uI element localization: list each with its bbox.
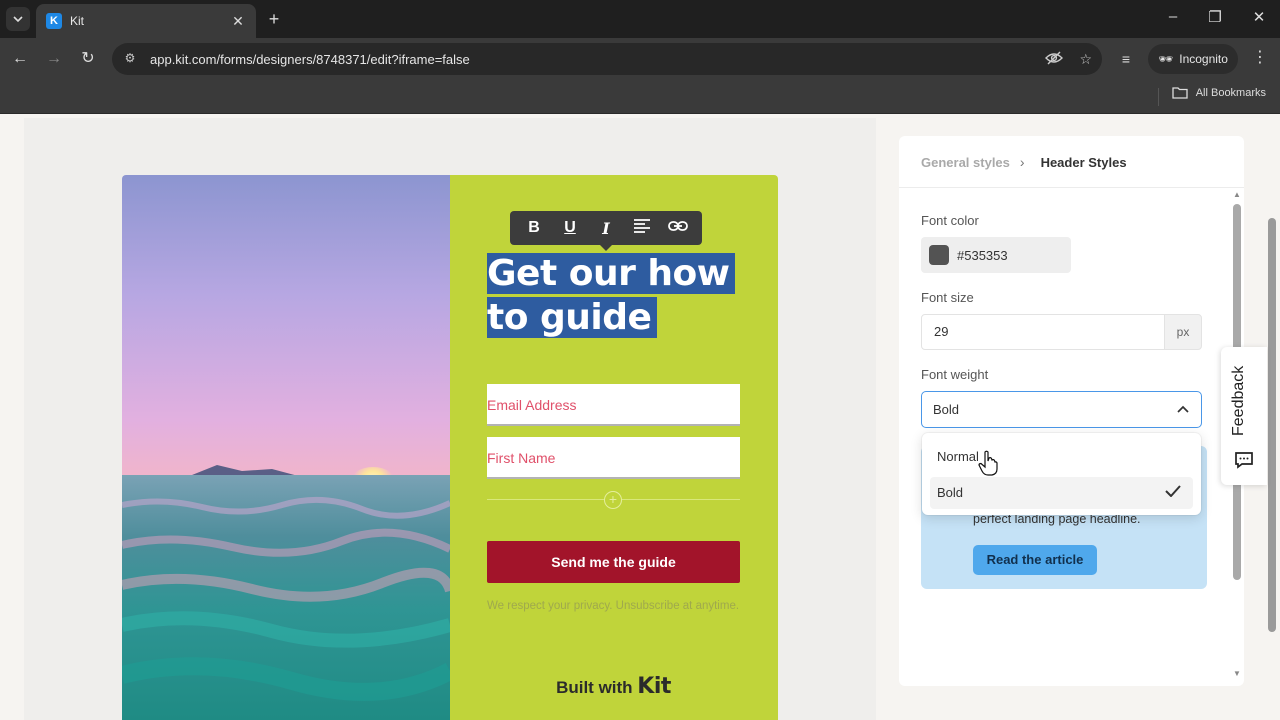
color-swatch[interactable] — [929, 245, 949, 265]
option-bold[interactable]: Bold — [930, 477, 1193, 509]
site-info-icon[interactable]: ⚙ — [122, 51, 138, 67]
font-size-input[interactable]: 29 — [921, 314, 1165, 350]
address-bar[interactable]: ⚙ app.kit.com/forms/designers/8748371/ed… — [112, 43, 1102, 75]
scroll-down-icon[interactable]: ▼ — [1232, 669, 1242, 678]
align-left-icon[interactable] — [629, 218, 655, 239]
ocean-waves — [122, 475, 450, 720]
panel-divider — [899, 187, 1244, 188]
feedback-label: Feedback — [1230, 365, 1247, 437]
email-field[interactable]: Email Address — [487, 384, 740, 426]
read-article-button[interactable]: Read the article — [973, 545, 1097, 575]
font-weight-dropdown: Normal Bold — [922, 433, 1201, 515]
link-icon[interactable] — [665, 219, 691, 238]
underline-button[interactable]: U — [557, 219, 583, 237]
headline-text[interactable]: Get our how to guide — [487, 253, 736, 338]
back-icon[interactable]: ← — [8, 47, 32, 71]
font-color-value[interactable]: #535353 — [957, 248, 1008, 263]
incognito-icon: 🕶 — [1158, 52, 1174, 66]
text-format-toolbar: B U I — [510, 211, 702, 251]
font-weight-label: Font weight — [921, 367, 989, 382]
chat-icon — [1235, 452, 1253, 469]
forward-icon[interactable]: → — [42, 47, 66, 71]
eye-off-icon[interactable] — [1045, 51, 1064, 68]
more-menu-icon[interactable]: ⋮ — [1250, 47, 1270, 67]
feedback-tab[interactable]: Feedback — [1221, 347, 1267, 485]
all-bookmarks-button[interactable]: All Bookmarks — [1172, 86, 1266, 99]
all-bookmarks-label: All Bookmarks — [1195, 86, 1266, 99]
font-size-unit: px — [1164, 314, 1202, 350]
built-with-label: Built with — [556, 678, 633, 697]
form-headline[interactable]: Get our how to guide — [487, 252, 747, 340]
chevron-down-icon — [13, 16, 23, 23]
first-name-field[interactable]: First Name — [487, 437, 740, 479]
bookmarks-divider — [1158, 88, 1159, 106]
font-color-label: Font color — [921, 213, 979, 228]
submit-button[interactable]: Send me the guide — [487, 541, 740, 583]
breadcrumb-header-styles: Header Styles — [1040, 154, 1127, 170]
browser-tab-bar: K Kit ✕ + – ❐ ✕ — [0, 0, 1280, 38]
close-icon[interactable]: ✕ — [230, 13, 246, 30]
hand-cursor-icon — [978, 450, 998, 476]
kit-favicon-icon: K — [46, 13, 62, 29]
font-weight-select[interactable]: Bold — [921, 391, 1202, 428]
privacy-text[interactable]: We respect your privacy. Unsubscribe at … — [487, 598, 740, 615]
restore-icon[interactable]: ❐ — [1204, 8, 1226, 26]
option-bold-label: Bold — [937, 485, 964, 500]
styles-panel: General styles › Header Styles Font colo… — [899, 136, 1244, 686]
incognito-label: Incognito — [1179, 52, 1228, 66]
font-color-picker[interactable]: #535353 — [921, 237, 1071, 273]
breadcrumb: General styles › Header Styles — [921, 154, 1127, 170]
font-weight-value: Bold — [933, 402, 960, 417]
option-normal[interactable]: Normal — [930, 441, 1193, 473]
media-icon[interactable]: ≡ — [1114, 47, 1138, 71]
bold-button[interactable]: B — [521, 219, 547, 237]
add-field-icon[interactable]: + — [604, 491, 622, 509]
tab-search-button[interactable] — [6, 7, 30, 31]
scroll-up-icon[interactable]: ▲ — [1232, 190, 1242, 199]
tab-title: Kit — [70, 14, 85, 28]
hero-image[interactable] — [122, 175, 450, 720]
browser-tab[interactable]: K Kit ✕ — [36, 4, 256, 38]
built-with-kit[interactable]: Built with Kit — [487, 674, 740, 699]
chevron-right-icon: › — [1019, 154, 1025, 170]
reload-icon[interactable]: ↻ — [76, 47, 100, 71]
page-scrollbar[interactable] — [1268, 218, 1276, 632]
url-text[interactable]: app.kit.com/forms/designers/8748371/edit… — [150, 52, 1029, 67]
browser-toolbar: ← → ↻ ⚙ app.kit.com/forms/designers/8748… — [0, 38, 1280, 80]
bookmarks-bar: All Bookmarks — [0, 80, 1280, 114]
incognito-badge[interactable]: 🕶 Incognito — [1148, 44, 1238, 74]
font-size-label: Font size — [921, 290, 974, 305]
star-icon[interactable]: ☆ — [1079, 51, 1092, 68]
kit-logo: Kit — [637, 674, 671, 699]
chevron-up-icon — [1177, 392, 1189, 427]
breadcrumb-general-styles[interactable]: General styles — [921, 155, 1010, 170]
new-tab-icon[interactable]: + — [264, 9, 284, 30]
window-close-icon[interactable]: ✕ — [1248, 8, 1270, 26]
italic-button[interactable]: I — [593, 219, 619, 238]
checkmark-icon — [1165, 477, 1181, 509]
folder-icon — [1172, 87, 1188, 99]
minimize-icon[interactable]: – — [1162, 8, 1184, 25]
